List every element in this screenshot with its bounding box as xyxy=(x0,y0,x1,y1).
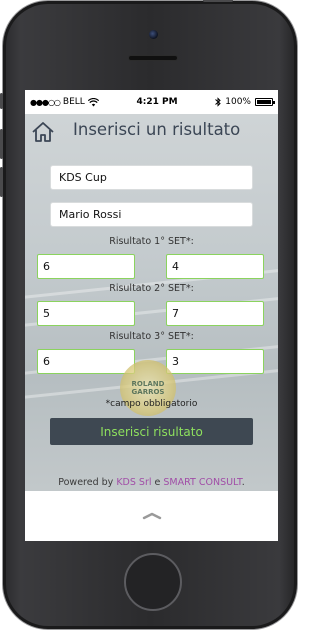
page-title: Inserisci un risultato xyxy=(73,120,241,139)
set3-score-a[interactable]: 6 xyxy=(37,349,135,374)
player-field[interactable]: Mario Rossi xyxy=(50,202,253,227)
set1-score-b[interactable]: 4 xyxy=(166,254,264,279)
signal-dots: ●●●○○ xyxy=(30,97,61,107)
home-icon[interactable] xyxy=(31,121,55,143)
set2-score-b[interactable]: 7 xyxy=(166,301,264,326)
set2-score-a[interactable]: 5 xyxy=(37,301,135,326)
chevron-up-icon[interactable] xyxy=(142,512,162,520)
set3-label: Risultato 3° SET*: xyxy=(109,331,194,342)
kds-link[interactable]: KDS Srl xyxy=(116,477,151,488)
tournament-field[interactable]: KDS Cup xyxy=(50,165,253,190)
battery-icon xyxy=(254,98,275,106)
set3-score-b[interactable]: 3 xyxy=(166,349,264,374)
front-camera xyxy=(149,30,158,39)
volume-down-button xyxy=(0,167,3,197)
set1-score-a[interactable]: 6 xyxy=(37,254,135,279)
mute-switch xyxy=(0,93,3,109)
status-bar: ●●●○○ BELL 4:21 PM 100% xyxy=(25,90,278,114)
smart-consult-link[interactable]: SMART CONSULT xyxy=(163,477,241,488)
clock: 4:21 PM xyxy=(136,97,178,107)
bluetooth-icon xyxy=(215,97,221,107)
earpiece-speaker xyxy=(128,55,178,61)
home-button[interactable] xyxy=(124,553,182,611)
power-button xyxy=(203,0,233,2)
volume-up-button xyxy=(0,129,3,159)
powered-by-footer: Powered by KDS Srl e SMART CONSULT. xyxy=(58,477,245,488)
app-content: Inserisci un risultato KDS Cup Mario Ros… xyxy=(25,114,278,491)
submit-button[interactable]: Inserisci risultato xyxy=(50,418,253,445)
set2-label: Risultato 2° SET*: xyxy=(109,283,194,294)
app-header: Inserisci un risultato xyxy=(25,114,278,150)
required-note: *campo obbligatorio xyxy=(105,399,198,409)
wifi-icon xyxy=(87,97,99,106)
bottom-bar xyxy=(25,491,278,541)
phone-screen: ●●●○○ BELL 4:21 PM 100% Inserisci un ris… xyxy=(25,90,278,541)
battery-percent: 100% xyxy=(225,97,251,107)
carrier-label: BELL xyxy=(62,97,85,107)
set1-label: Risultato 1° SET*: xyxy=(109,236,194,247)
